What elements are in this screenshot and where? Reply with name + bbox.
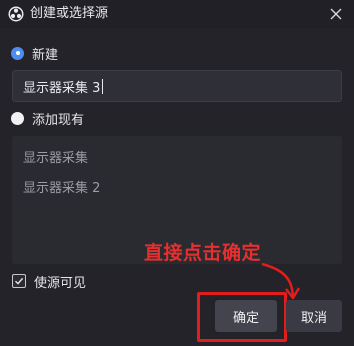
ok-button[interactable]: 确定 <box>215 300 277 332</box>
obs-logo-icon <box>8 6 24 22</box>
make-source-visible-option[interactable]: 使源可见 <box>12 272 87 291</box>
new-source-option[interactable]: 新建 <box>11 44 59 63</box>
close-button[interactable] <box>324 2 348 26</box>
add-existing-option[interactable]: 添加现有 <box>11 109 85 128</box>
checkmark-icon <box>15 277 24 285</box>
list-item[interactable]: 显示器采集 <box>23 147 88 166</box>
window-title: 创建或选择源 <box>30 6 109 21</box>
new-radio-label: 新建 <box>32 47 59 63</box>
source-name-value: 显示器采集 3 <box>23 80 101 96</box>
close-icon <box>330 8 342 20</box>
make-visible-checkbox[interactable] <box>12 274 26 288</box>
create-or-select-source-dialog: 创建或选择源 新建 显示器采集 3 添加现有 显示器采集 显示器采集 2 直接点… <box>0 0 354 346</box>
annotation-text: 直接点击确定 <box>144 242 262 264</box>
new-radio-button[interactable] <box>11 46 24 60</box>
cancel-button[interactable]: 取消 <box>286 300 342 332</box>
add-existing-radio-button[interactable] <box>11 111 24 125</box>
source-name-input[interactable]: 显示器采集 3 <box>12 70 342 102</box>
make-visible-label: 使源可见 <box>34 275 87 291</box>
title-bar: 创建或选择源 <box>0 0 354 28</box>
list-item[interactable]: 显示器采集 2 <box>23 177 100 196</box>
text-caret <box>102 78 104 94</box>
add-existing-radio-label: 添加现有 <box>32 112 85 128</box>
